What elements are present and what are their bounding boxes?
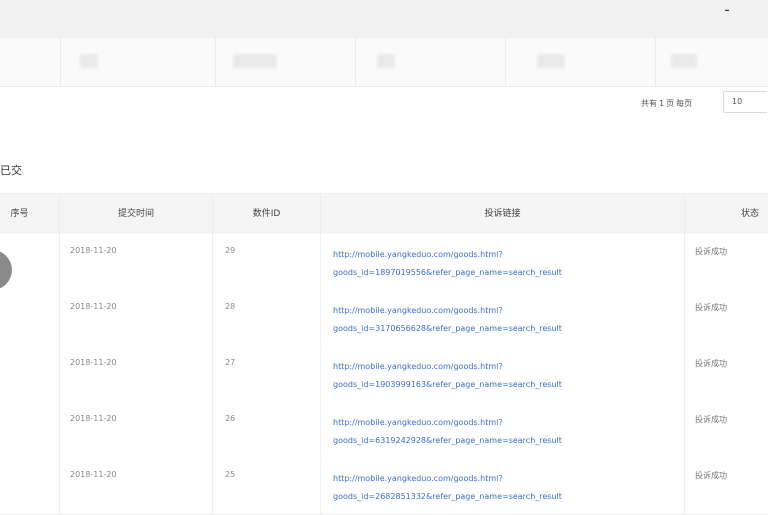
- status-text: 投诉成功: [695, 471, 727, 480]
- status-cell: 投诉成功: [685, 346, 768, 402]
- link-cell: http://mobile.yangkeduo.com/goods.html? …: [321, 290, 685, 346]
- blurred-filter-label: [80, 54, 98, 68]
- date-cell: 2018-11-20: [60, 234, 213, 290]
- top-bar: –: [0, 0, 768, 39]
- filter-cell[interactable]: [505, 38, 656, 86]
- status-text: 投诉成功: [695, 303, 727, 312]
- submit-date: 2018-11-20: [70, 470, 117, 479]
- status-text: 投诉成功: [695, 359, 727, 368]
- complaint-link[interactable]: http://mobile.yangkeduo.com/goods.html? …: [333, 414, 693, 450]
- item-id: 29: [225, 246, 236, 255]
- id-cell: 25: [213, 458, 321, 514]
- submit-date: 2018-11-20: [70, 302, 117, 311]
- column-header-complaint-link: 投诉链接: [321, 194, 685, 234]
- blurred-filter-label: [233, 54, 277, 68]
- submit-date: 2018-11-20: [70, 358, 117, 367]
- table-row: 2018-11-20 26 http://mobile.yangkeduo.co…: [0, 402, 768, 459]
- status-cell: 投诉成功: [685, 234, 768, 290]
- page-size-select[interactable]: 10: [723, 91, 767, 113]
- blurred-filter-label: [377, 54, 395, 68]
- item-id: 28: [225, 302, 236, 311]
- table-row: 2018-11-20 25 http://mobile.yangkeduo.co…: [0, 458, 768, 515]
- blurred-filter-label: [537, 54, 565, 68]
- index-cell: [0, 346, 60, 402]
- complaint-link-line: goods_id=1903999163&refer_page_name=sear…: [333, 380, 562, 389]
- filter-row: [0, 38, 768, 87]
- status-cell: 投诉成功: [685, 458, 768, 514]
- complaint-link-line: http://mobile.yangkeduo.com/goods.html?: [333, 250, 503, 259]
- date-cell: 2018-11-20: [60, 458, 213, 514]
- complaint-link-line: http://mobile.yangkeduo.com/goods.html?: [333, 474, 503, 483]
- filter-cell[interactable]: [655, 38, 768, 86]
- column-header-submit-time: 提交时间: [60, 194, 213, 234]
- date-cell: 2018-11-20: [60, 290, 213, 346]
- link-cell: http://mobile.yangkeduo.com/goods.html? …: [321, 402, 685, 458]
- pagination-total-suffix: 页: [666, 98, 675, 108]
- dash-icon[interactable]: –: [720, 4, 734, 18]
- pagination-summary: 共有 1 页 每页: [641, 92, 694, 114]
- status-cell: 投诉成功: [685, 290, 768, 346]
- column-header-status: 状态: [740, 209, 759, 219]
- item-id: 25: [225, 470, 236, 479]
- index-cell: [0, 402, 60, 458]
- filter-cell: [0, 38, 61, 86]
- complaint-link-line: http://mobile.yangkeduo.com/goods.html?: [333, 306, 503, 315]
- item-id: 27: [225, 358, 236, 367]
- complaint-link[interactable]: http://mobile.yangkeduo.com/goods.html? …: [333, 246, 693, 282]
- pagination-total-count: 1: [659, 98, 665, 108]
- date-cell: 2018-11-20: [60, 402, 213, 458]
- index-cell: [0, 458, 60, 514]
- id-cell: 27: [213, 346, 321, 402]
- table-header: 序号 提交时间 数件ID 投诉链接 状态: [0, 193, 768, 235]
- status-text: 投诉成功: [695, 415, 727, 424]
- id-cell: 29: [213, 234, 321, 290]
- pagination-total-prefix: 共有: [641, 98, 657, 108]
- complaint-link-line: goods_id=2682851332&refer_page_name=sear…: [333, 492, 562, 501]
- id-cell: 26: [213, 402, 321, 458]
- complaint-link-line: http://mobile.yangkeduo.com/goods.html?: [333, 418, 503, 427]
- status-cell: 投诉成功: [685, 402, 768, 458]
- table-row: 2018-11-20 27 http://mobile.yangkeduo.co…: [0, 346, 768, 403]
- pagination-per-page-label: 每页: [676, 98, 693, 108]
- link-cell: http://mobile.yangkeduo.com/goods.html? …: [321, 234, 685, 290]
- complaint-link-line: goods_id=1897019556&refer_page_name=sear…: [333, 268, 562, 277]
- filter-cell[interactable]: [355, 38, 506, 86]
- link-cell: http://mobile.yangkeduo.com/goods.html? …: [321, 346, 685, 402]
- table-row: 2018-11-20 28 http://mobile.yangkeduo.co…: [0, 290, 768, 347]
- complaint-link-line: http://mobile.yangkeduo.com/goods.html?: [333, 362, 503, 371]
- index-cell: [0, 290, 60, 346]
- blurred-filter-label: [671, 54, 697, 68]
- complaint-link[interactable]: http://mobile.yangkeduo.com/goods.html? …: [333, 302, 693, 338]
- date-cell: 2018-11-20: [60, 346, 213, 402]
- complaint-link[interactable]: http://mobile.yangkeduo.com/goods.html? …: [333, 358, 693, 394]
- id-cell: 28: [213, 290, 321, 346]
- filter-cell[interactable]: [60, 38, 216, 86]
- complaint-link-line: goods_id=6319242928&refer_page_name=sear…: [333, 436, 562, 445]
- column-header-index: 序号: [0, 194, 60, 234]
- column-header-item-id: 数件ID: [213, 194, 321, 234]
- complaint-link-line: goods_id=3170656628&refer_page_name=sear…: [333, 324, 562, 333]
- item-id: 26: [225, 414, 236, 423]
- status-text: 投诉成功: [695, 247, 727, 256]
- submit-date: 2018-11-20: [70, 246, 117, 255]
- complaint-link[interactable]: http://mobile.yangkeduo.com/goods.html? …: [333, 470, 693, 506]
- link-cell: http://mobile.yangkeduo.com/goods.html? …: [321, 458, 685, 514]
- section-title: 已交: [0, 164, 22, 177]
- filter-cell[interactable]: [215, 38, 356, 86]
- table-row: 2018-11-20 29 http://mobile.yangkeduo.co…: [0, 234, 768, 291]
- submit-date: 2018-11-20: [70, 414, 117, 423]
